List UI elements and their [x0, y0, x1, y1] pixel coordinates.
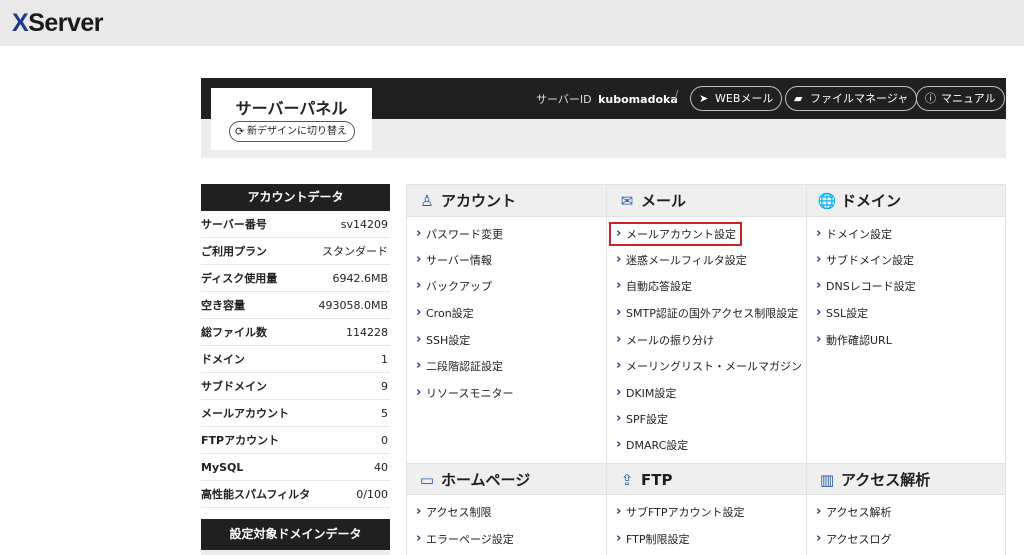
account-data-row: FTPアカウント 0	[201, 427, 390, 454]
account-data-row: 総ファイル数 114228	[201, 319, 390, 346]
menu-item[interactable]: SSH設定	[415, 330, 470, 351]
domain-data-body	[201, 550, 390, 555]
menu-item[interactable]: バックアップ	[415, 276, 492, 297]
file-manager-button[interactable]: ▰ ファイルマネージャ	[785, 86, 918, 111]
menu-item[interactable]: パスワード変更	[415, 224, 503, 245]
server-id-value: kubomadoka	[598, 93, 678, 106]
menu-item[interactable]: アクセス解析	[815, 502, 891, 523]
manual-button[interactable]: ⓘ マニュアル	[916, 86, 1005, 111]
section-account-header: ♙ アカウント	[407, 185, 606, 217]
menu-item[interactable]: SMTP認証の国外アクセス制限設定	[615, 303, 798, 324]
globe-icon: 🌐	[817, 192, 837, 210]
domain-data-title: 設定対象ドメインデータ	[201, 519, 390, 550]
envelope-icon: ✉	[620, 192, 634, 210]
menu-item[interactable]: 動作確認URL	[815, 330, 892, 351]
menu-item[interactable]: DNSレコード設定	[815, 276, 916, 297]
folder-icon: ▰	[794, 92, 803, 105]
menu-item[interactable]: メーリングリスト・メールマガジン	[615, 356, 802, 377]
menu-item[interactable]: DKIM設定	[615, 383, 676, 404]
column-divider	[1005, 185, 1006, 555]
menu-item[interactable]: メールの振り分け	[615, 330, 714, 351]
paper-plane-icon: ➤	[699, 92, 709, 105]
menu-item[interactable]: サブFTPアカウント設定	[615, 502, 745, 523]
account-data-row: MySQL 40	[201, 454, 390, 481]
account-data-row: 空き容量 493058.0MB	[201, 292, 390, 319]
account-data-panel: アカウントデータ サーバー番号 sv14209 ご利用プラン スタンダード ディスク…	[201, 184, 390, 508]
section-ftp-header: ⇪ FTP	[607, 463, 806, 495]
menu-item[interactable]: アクセスログ	[815, 529, 891, 550]
refresh-icon: ⟳	[235, 125, 245, 138]
account-data-row: 高性能スパムフィルタ 0/100	[201, 481, 390, 508]
menu-item[interactable]: SPF設定	[615, 409, 668, 430]
account-data-row: サーバー番号 sv14209	[201, 211, 390, 238]
account-data-row: メールアカウント 5	[201, 400, 390, 427]
menu-item[interactable]: DMARC設定	[615, 435, 688, 456]
menu-item[interactable]: サブドメイン設定	[815, 250, 914, 271]
account-data-row: ドメイン 1	[201, 346, 390, 373]
xserver-logo[interactable]: XServer	[12, 9, 104, 38]
new-design-switch-button[interactable]: ⟳ 新デザインに切り替え	[229, 121, 355, 142]
top-bar: XServer	[0, 0, 1024, 46]
account-data-row: ディスク使用量 6942.6MB	[201, 265, 390, 292]
title-card: サーバーパネル ⟳ 新デザインに切り替え	[211, 88, 372, 150]
question-icon: ⓘ	[925, 92, 936, 105]
highlight-box	[609, 222, 742, 246]
user-icon: ♙	[420, 192, 434, 210]
section-mail-header: ✉ メール	[607, 185, 806, 217]
menu-item[interactable]: Cron設定	[415, 303, 474, 324]
panel-header: サーバーID kubomadoka / ➤ WEBメール ▰ ファイルマネージャ ⓘ…	[201, 78, 1006, 158]
menu-item[interactable]: サーバー情報	[415, 250, 492, 271]
menu-item[interactable]: ドメイン設定	[815, 224, 892, 245]
section-domain-header: 🌐 ドメイン	[807, 185, 1005, 217]
bar-chart-icon: ▥	[819, 471, 835, 489]
webmail-button[interactable]: ➤ WEBメール	[690, 86, 783, 111]
account-data-row: ご利用プラン スタンダード	[201, 238, 390, 265]
column-divider	[806, 185, 807, 555]
menu-item[interactable]: アクセス制限	[415, 502, 491, 523]
menu-item[interactable]: 迷惑メールフィルタ設定	[615, 250, 747, 271]
menu-item[interactable]: エラーページ設定	[415, 529, 514, 550]
section-access-header: ▥ アクセス解析	[807, 463, 1005, 495]
menu-item[interactable]: FTP制限設定	[615, 529, 690, 550]
menu-item[interactable]: 自動応答設定	[615, 276, 692, 297]
account-data-row: サブドメイン 9	[201, 373, 390, 400]
server-id: サーバーID kubomadoka	[536, 93, 678, 106]
browser-window-icon: ▭	[419, 471, 435, 489]
menu-item[interactable]: リソースモニター	[415, 383, 513, 404]
page-title: サーバーパネル	[235, 99, 348, 118]
upload-icon: ⇪	[620, 471, 634, 489]
account-data-title: アカウントデータ	[201, 184, 390, 211]
header-separator: /	[674, 89, 679, 104]
section-homepage-header: ▭ ホームページ	[407, 463, 606, 495]
menu-item[interactable]: SSL設定	[815, 303, 868, 324]
column-divider	[606, 185, 607, 555]
menu-item[interactable]: 二段階認証設定	[415, 356, 503, 377]
